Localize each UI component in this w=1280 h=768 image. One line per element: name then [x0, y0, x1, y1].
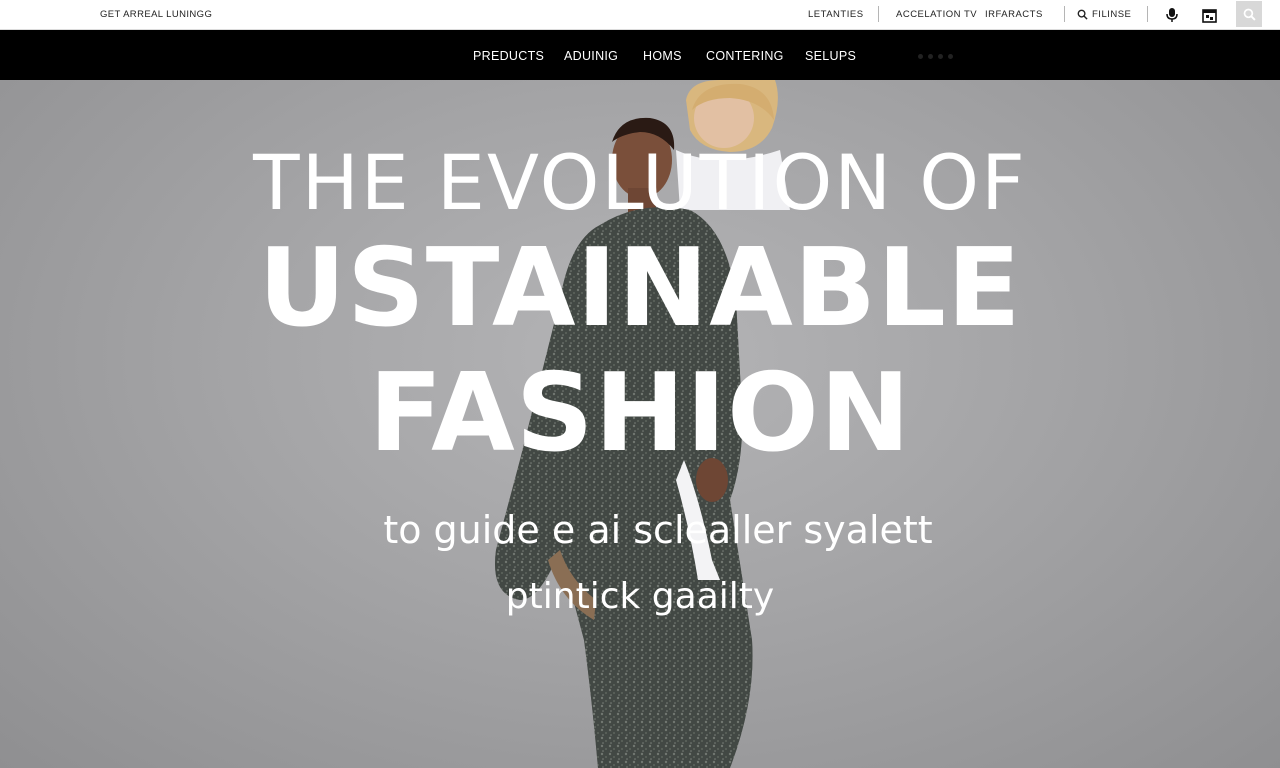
- divider: [878, 6, 879, 22]
- util-link-irfaracts[interactable]: IRFARACTS: [985, 9, 1043, 20]
- headline-line-2: USTAINABLE: [258, 226, 1022, 351]
- divider: [1147, 6, 1148, 22]
- search-button[interactable]: [1236, 1, 1262, 27]
- calendar-button[interactable]: [1199, 5, 1219, 25]
- hero-subtitle-2: ptintick gaailty: [505, 576, 775, 617]
- headline-line-3: FASHION: [368, 351, 912, 476]
- promo-text[interactable]: GET ARREAL LUNINGG: [100, 9, 212, 20]
- hero-subtitle-1: to guide e ai sclealler syalett: [383, 508, 933, 552]
- nav-item-contering[interactable]: CONTERING: [706, 49, 784, 63]
- microphone-icon: [1166, 8, 1178, 22]
- util-link-accelation[interactable]: ACCELATION: [896, 9, 961, 20]
- util-link-tv[interactable]: TV: [964, 9, 977, 20]
- headline-line-1: THE EVOLUTION OF: [253, 138, 1027, 227]
- utility-bar: GET ARREAL LUNINGG LETANTIES ACCELATION …: [0, 0, 1280, 30]
- more-dots-icon[interactable]: [918, 54, 953, 59]
- nav-item-preducts[interactable]: PREDUCTS: [473, 49, 544, 63]
- calendar-icon: [1201, 8, 1217, 23]
- nav-item-selups[interactable]: SELUPS: [805, 49, 856, 63]
- search-icon: [1243, 8, 1256, 21]
- search-icon: [1077, 9, 1088, 20]
- nav-item-homs[interactable]: HOMS: [643, 49, 682, 63]
- util-link-letanties[interactable]: LETANTIES: [808, 9, 864, 20]
- microphone-button[interactable]: [1162, 5, 1182, 25]
- util-search-link[interactable]: FILINSE: [1077, 9, 1131, 20]
- nav-item-aduinig[interactable]: ADUINIG: [564, 49, 618, 63]
- main-nav: PREDUCTS ADUINIG HOMS CONTERING SELUPS: [0, 30, 1280, 80]
- util-link-filinse: FILINSE: [1092, 9, 1132, 20]
- hero-banner: THE EVOLUTION OF USTAINABLE FASHION to g…: [0, 80, 1280, 768]
- divider: [1064, 6, 1065, 22]
